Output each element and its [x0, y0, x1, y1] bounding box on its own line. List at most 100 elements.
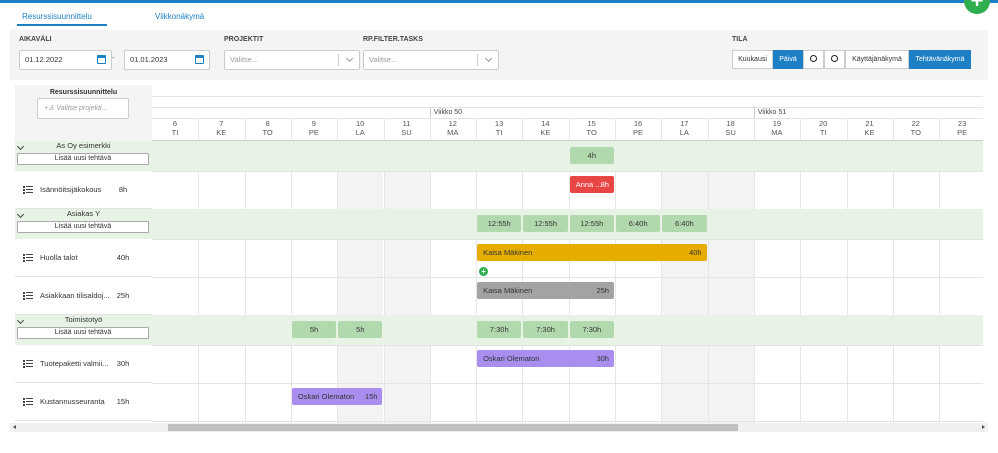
- daily-sum: 7:30h: [477, 321, 522, 338]
- add-task-button[interactable]: Lisää uusi tehtävä: [17, 221, 149, 233]
- user-view-button[interactable]: Käyttäjänäkymä: [845, 50, 909, 69]
- task-list-icon: [23, 398, 33, 406]
- day-weekday: SU: [401, 128, 412, 137]
- row-divider: [152, 239, 983, 240]
- calendar-icon[interactable]: [97, 55, 106, 64]
- group-name: Toimistotyö: [64, 315, 103, 324]
- left-title: Resurssisuunnittelu: [49, 89, 118, 96]
- task-column: Resurssisuunnittelu +♙ Valitse projekti.…: [15, 85, 152, 423]
- date-from-value: 01.12.2022: [25, 55, 63, 64]
- week-label: Viikko 51: [757, 109, 787, 116]
- zoom-out-button[interactable]: [824, 50, 845, 69]
- assignment-person: Oskari Olematon: [483, 354, 540, 363]
- period-label: AIKAVÄLI: [19, 36, 52, 43]
- task-hours: 8h: [111, 184, 135, 196]
- calendar-icon[interactable]: [195, 55, 204, 64]
- day-header: 17 LA: [661, 119, 707, 137]
- horizontal-scrollbar[interactable]: [10, 423, 988, 432]
- task-view-button[interactable]: Tehtävänäkymä: [909, 50, 971, 69]
- day-number: 11: [402, 119, 411, 128]
- daily-sum: 5h: [291, 321, 337, 338]
- date-from-field[interactable]: 01.12.2022: [19, 50, 112, 70]
- scroll-right-arrow[interactable]: [982, 425, 985, 429]
- task-row: Isännöitsijäkokous 8h: [15, 171, 152, 209]
- weekend-column: [707, 141, 754, 423]
- tab-viikkonakyma[interactable]: Viikkonäkymä: [155, 12, 204, 21]
- scroll-left-arrow[interactable]: [13, 425, 16, 429]
- day-number: 23: [957, 119, 967, 128]
- left-header: Resurssisuunnittelu +♙ Valitse projekti.…: [15, 85, 152, 141]
- day-weekday: PE: [308, 128, 319, 137]
- tab-resurssisuunnittelu[interactable]: Resurssisuunnittelu: [22, 12, 92, 21]
- select-divider: [477, 54, 478, 66]
- row-divider: [152, 277, 983, 278]
- row-divider: [152, 421, 983, 422]
- weekend-column: [337, 141, 384, 423]
- day-number: 10: [356, 119, 365, 128]
- task-name: Kustannusseuranta: [40, 397, 105, 406]
- day-weekday: MA: [447, 128, 459, 137]
- scroll-thumb[interactable]: [168, 424, 738, 431]
- day-header: 7 KE: [198, 119, 244, 137]
- date-separator: -: [112, 55, 115, 62]
- header-divider: [152, 96, 983, 97]
- tasks-select[interactable]: Valitse...: [363, 50, 499, 70]
- day-number: 19: [772, 119, 782, 128]
- day-number: 20: [819, 119, 828, 128]
- schedule-grid: Viikko 50 Viikko 51 6 TI 7 KE 8 TO 9 PE 10 LA 11 SU 12…: [152, 85, 983, 423]
- projects-placeholder: Valitse...: [230, 55, 259, 64]
- day-number: 21: [865, 119, 874, 128]
- task-row: Kustannusseuranta 15h: [15, 383, 152, 421]
- assignment-bar[interactable]: Anna ... 8h: [569, 176, 614, 193]
- group-name: Asiakas Y: [66, 209, 101, 218]
- assignment-person: Anna ...: [575, 180, 602, 189]
- task-row: Huolla talot 40h: [15, 239, 152, 277]
- top-accent-bar: [0, 0, 998, 3]
- day-view-button[interactable]: Päivä: [773, 50, 803, 69]
- daily-sum: 6:40h: [662, 215, 707, 232]
- group-header: Toimistotyö Lisää uusi tehtävä: [15, 315, 152, 345]
- day-weekday: KE: [540, 128, 551, 137]
- assignment-person: Oskari Olematon: [297, 392, 355, 401]
- zoom-in-button[interactable]: [803, 50, 824, 69]
- assignment-person: Kaisa Mäkinen: [483, 248, 533, 257]
- day-number: 9: [311, 119, 316, 128]
- assignment-bar[interactable]: Kaisa Mäkinen 40h: [477, 244, 707, 261]
- assignment-hours: 25h: [596, 286, 609, 295]
- daily-sum: 12:55h: [569, 215, 614, 232]
- day-header: 13 TI: [476, 119, 522, 137]
- task-name: Asiakkaan tilisaldoj...: [40, 291, 110, 300]
- day-header: 23 PE: [939, 119, 983, 137]
- day-number: 15: [587, 119, 596, 128]
- date-to-field[interactable]: 01.01.2023: [124, 50, 210, 70]
- chevron-down-icon[interactable]: [345, 54, 354, 63]
- add-assignment-icon[interactable]: +: [479, 267, 489, 276]
- group-name: As Oy esimerkki: [56, 141, 111, 150]
- assignment-bar[interactable]: Kaisa Mäkinen 25h: [477, 282, 614, 299]
- assignment-person: Kaisa Mäkinen: [483, 286, 533, 295]
- add-task-button[interactable]: Lisää uusi tehtävä: [17, 327, 149, 339]
- day-header: 20 TI: [800, 119, 846, 137]
- day-header: 21 KE: [847, 119, 893, 137]
- day-number: 7: [219, 119, 224, 128]
- month-view-button[interactable]: Kuukausi: [732, 50, 773, 69]
- add-task-button[interactable]: Lisää uusi tehtävä: [17, 153, 149, 165]
- task-hours: 15h: [111, 396, 135, 408]
- row-divider: [152, 383, 983, 384]
- assignment-bar[interactable]: Oskari Olematon 30h: [477, 350, 614, 367]
- add-fab-button[interactable]: +: [964, 0, 990, 14]
- daily-sum: 12:55h: [523, 215, 568, 232]
- day-header: 19 MA: [754, 119, 800, 137]
- chevron-down-icon[interactable]: [484, 54, 493, 63]
- day-weekday: SU: [725, 128, 736, 137]
- projects-select[interactable]: Valitse...: [224, 50, 360, 70]
- task-name: Tuotepaketti valmii...: [40, 359, 109, 368]
- active-tab-indicator: [17, 24, 107, 26]
- assignment-bar[interactable]: Oskari Olematon 15h: [291, 388, 383, 405]
- day-header: 15 TO: [569, 119, 615, 137]
- add-user-icon: +♙: [44, 105, 55, 112]
- project-picker-placeholder: Valitse projekti...: [56, 105, 108, 112]
- weekend-column: [661, 141, 708, 423]
- project-picker[interactable]: +♙ Valitse projekti...: [37, 98, 129, 119]
- date-to-value: 01.01.2023: [130, 55, 168, 64]
